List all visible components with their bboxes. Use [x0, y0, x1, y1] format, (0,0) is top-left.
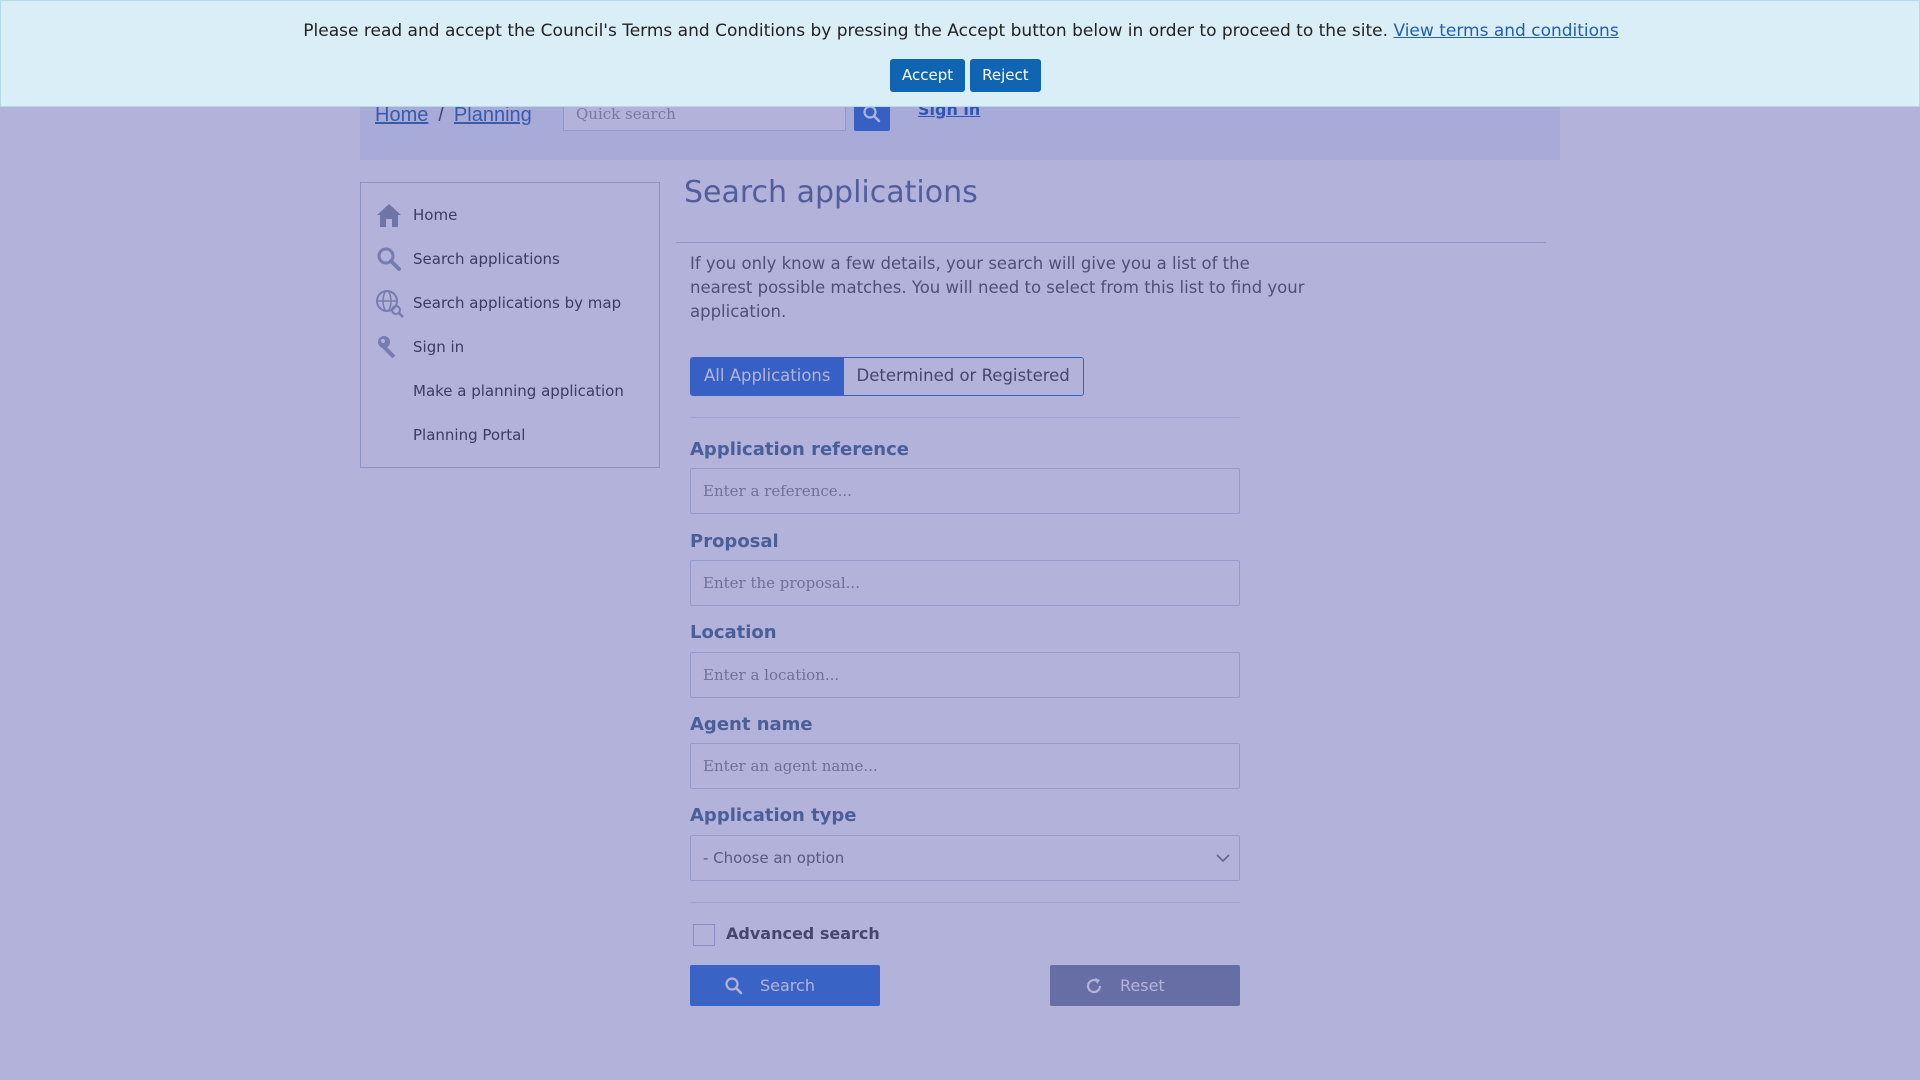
accept-button[interactable]: Accept — [890, 59, 966, 92]
modal-overlay — [0, 0, 1920, 1080]
reject-button[interactable]: Reject — [970, 59, 1041, 92]
terms-buttons: Accept Reject — [890, 59, 1041, 92]
terms-banner: Please read and accept the Council's Ter… — [0, 0, 1920, 107]
terms-text: Please read and accept the Council's Ter… — [303, 21, 1389, 41]
view-terms-link[interactable]: View terms and conditions — [1393, 21, 1618, 41]
terms-message: Please read and accept the Council's Ter… — [1, 21, 1920, 41]
planning-page: Home / Planning Quick search Sign in Home … — [0, 0, 1920, 1080]
